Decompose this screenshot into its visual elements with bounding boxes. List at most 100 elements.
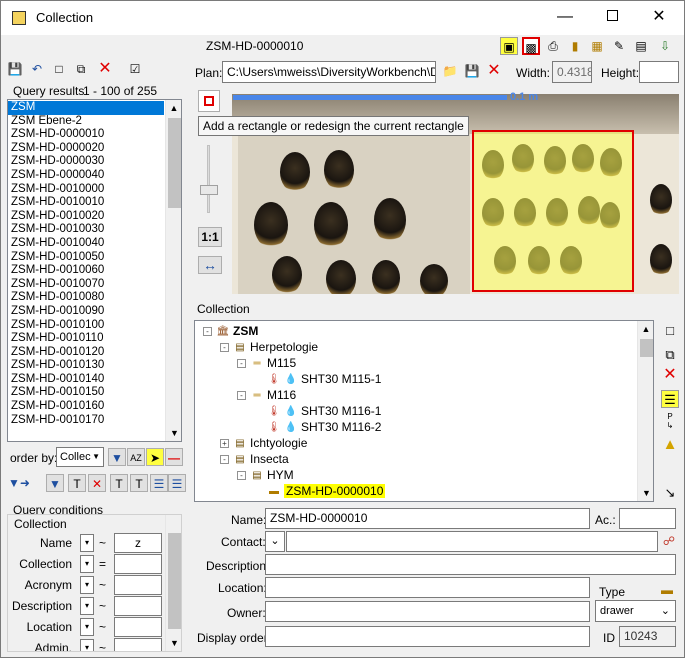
arrow-right-icon[interactable]: ▼➜ (8, 474, 30, 492)
order-by-select[interactable]: Collec ▼ (56, 447, 104, 467)
collapse-icon[interactable]: ↘ (661, 484, 679, 502)
tree-node[interactable]: - ═ M116 (237, 387, 296, 403)
details-icon[interactable]: ☰ (661, 390, 679, 408)
location-field[interactable] (265, 577, 590, 598)
condition-operator[interactable]: ~ (99, 536, 106, 550)
condition-operator[interactable]: ~ (99, 620, 106, 634)
scroll-thumb[interactable] (168, 118, 181, 208)
tree-node[interactable]: ▬ ZSM-HD-0000010 (254, 483, 386, 499)
list-item[interactable]: ZSM-HD-0010030 (8, 223, 164, 237)
scroll-down-arrow[interactable]: ▼ (166, 425, 181, 441)
tree-node[interactable]: + ▤ Ichtyologie (220, 435, 307, 451)
plan-path-field[interactable]: C:\Users\mweiss\DiversityWorkbench\Dive (222, 61, 436, 83)
display-order-field[interactable] (265, 626, 590, 647)
open-folder-icon[interactable]: 📁 (441, 62, 459, 80)
tree-node[interactable]: - ▤ HYM (237, 467, 294, 483)
name-field[interactable]: ZSM-HD-0000010 (265, 508, 590, 529)
zoom-1-1-button[interactable]: 1:1 (198, 227, 222, 247)
contact-field[interactable] (286, 531, 658, 552)
delete-item-icon[interactable]: ✕ (661, 366, 679, 384)
condition-value-field[interactable] (114, 575, 162, 595)
query-results-scrollbar[interactable]: ▲ ▼ (165, 100, 181, 441)
remove-plan-icon[interactable]: ✕ (485, 62, 503, 80)
condition-value-field[interactable] (114, 617, 162, 637)
warning-icon[interactable]: ▲ (661, 436, 679, 454)
tree-node[interactable]: - 🏛 ZSM (203, 323, 258, 339)
scroll-up-arrow[interactable]: ▲ (638, 321, 653, 337)
filter-icon[interactable]: ▼ (46, 474, 64, 492)
condition-mode-dropdown[interactable]: ▾ (80, 555, 94, 573)
condition-value-field[interactable] (114, 596, 162, 616)
list-replace-icon[interactable]: T (130, 474, 148, 492)
list-item[interactable]: ZSM-HD-0010050 (8, 251, 164, 265)
fit-width-button[interactable]: ↔ (198, 256, 222, 274)
condition-operator[interactable]: ~ (99, 599, 106, 613)
plan-editor-icon[interactable]: ▩ (522, 37, 540, 55)
list-item[interactable]: ZSM-HD-0010090 (8, 305, 164, 319)
parent-icon[interactable]: P ↳ (661, 412, 679, 430)
new-item-icon[interactable]: □ (661, 322, 679, 340)
list-item[interactable]: ZSM-HD-0010140 (8, 373, 164, 387)
sort-az-icon[interactable]: AZ (127, 448, 145, 466)
condition-value-field[interactable] (114, 554, 162, 574)
checkbox-icon[interactable]: ☑ (126, 60, 144, 78)
contact-dropdown[interactable]: ⌄ (265, 531, 285, 552)
add-to-list-icon[interactable]: T (68, 474, 86, 492)
scroll-down-arrow[interactable]: ▼ (166, 635, 181, 651)
list-item[interactable]: ZSM-HD-0000010 (8, 128, 164, 142)
list-item[interactable]: ZSM (8, 101, 164, 115)
collapse-toggle-icon[interactable]: - (237, 391, 246, 401)
list-item[interactable]: ZSM-HD-0010150 (8, 386, 164, 400)
condition-value-field[interactable]: z (114, 533, 162, 553)
list-item[interactable]: ZSM-HD-0000020 (8, 142, 164, 156)
collapse-toggle-icon[interactable]: - (203, 327, 212, 337)
tree-scrollbar[interactable]: ▲ ▼ (637, 321, 653, 501)
expand-toggle-icon[interactable]: + (220, 439, 229, 449)
condition-mode-dropdown[interactable]: ▾ (80, 534, 94, 552)
image-icon[interactable]: ▣ (500, 37, 518, 55)
tree-node[interactable]: - ▤ Insecta (220, 451, 289, 467)
list-item[interactable]: ZSM-HD-0010080 (8, 291, 164, 305)
print-icon[interactable]: ⎙ (544, 37, 562, 55)
scroll-up-arrow[interactable]: ▲ (166, 100, 181, 116)
list-item[interactable]: ZSM-HD-0010100 (8, 319, 164, 333)
list-item[interactable]: ZSM-HD-0010110 (8, 332, 164, 346)
list-all-icon[interactable]: ☰ (168, 474, 186, 492)
condition-operator[interactable]: = (99, 557, 106, 571)
tree-node[interactable]: 🌡 💧 SHT30 M115-1 (254, 371, 382, 387)
tree-node[interactable]: - ═ M115 (237, 355, 296, 371)
zoom-slider[interactable] (198, 145, 220, 215)
list-item[interactable]: ZSM-HD-0010070 (8, 278, 164, 292)
collapse-toggle-icon[interactable]: - (237, 471, 246, 481)
condition-operator[interactable]: ~ (99, 578, 106, 592)
condition-value-field[interactable] (114, 638, 162, 651)
query-results-list[interactable]: ZSM ZSM Ebene-2 ZSM-HD-0000010 ZSM-HD-00000… (7, 99, 182, 442)
save-icon[interactable]: 💾 (6, 60, 24, 78)
list-item[interactable]: ZSM-HD-0000030 (8, 155, 164, 169)
undo-icon[interactable]: ↶ (28, 60, 46, 78)
owner-field[interactable] (265, 601, 590, 622)
conditions-scrollbar[interactable]: ▼ (165, 515, 181, 651)
remove-icon[interactable]: — (165, 448, 183, 466)
condition-mode-dropdown[interactable]: ▾ (80, 597, 94, 615)
scroll-thumb[interactable] (640, 339, 653, 357)
drawer-icon[interactable]: ▮ (566, 37, 584, 55)
edit-icon[interactable]: ✎ (610, 37, 628, 55)
ac-field[interactable] (619, 508, 676, 529)
list-item[interactable]: ZSM-HD-0010010 (8, 196, 164, 210)
list-item[interactable]: ZSM-HD-0010060 (8, 264, 164, 278)
run-query-icon[interactable]: ➤ (146, 448, 164, 466)
list-item[interactable]: ZSM-HD-0010040 (8, 237, 164, 251)
width-field[interactable]: 0.4318 (552, 61, 592, 83)
collection-tree[interactable]: - 🏛 ZSM - ▤ Herpetologie - ═ M115 🌡 💧 SHT30 M115-1-… (194, 320, 654, 502)
height-field[interactable] (639, 61, 679, 83)
condition-mode-dropdown[interactable]: ▾ (80, 639, 94, 651)
tree-node[interactable]: 🌡 💧 SHT30 M116-1 (254, 403, 382, 419)
contact-link-icon[interactable]: ☍ (660, 532, 678, 550)
list-item[interactable]: ZSM-HD-0010160 (8, 400, 164, 414)
close-window-button[interactable]: ✕ (641, 4, 677, 30)
minimize-button[interactable]: — (547, 4, 583, 30)
remove-from-list-icon[interactable]: ✕ (88, 474, 106, 492)
list-item[interactable]: ZSM-HD-0010020 (8, 210, 164, 224)
copy-icon[interactable]: ⧉ (72, 60, 90, 78)
